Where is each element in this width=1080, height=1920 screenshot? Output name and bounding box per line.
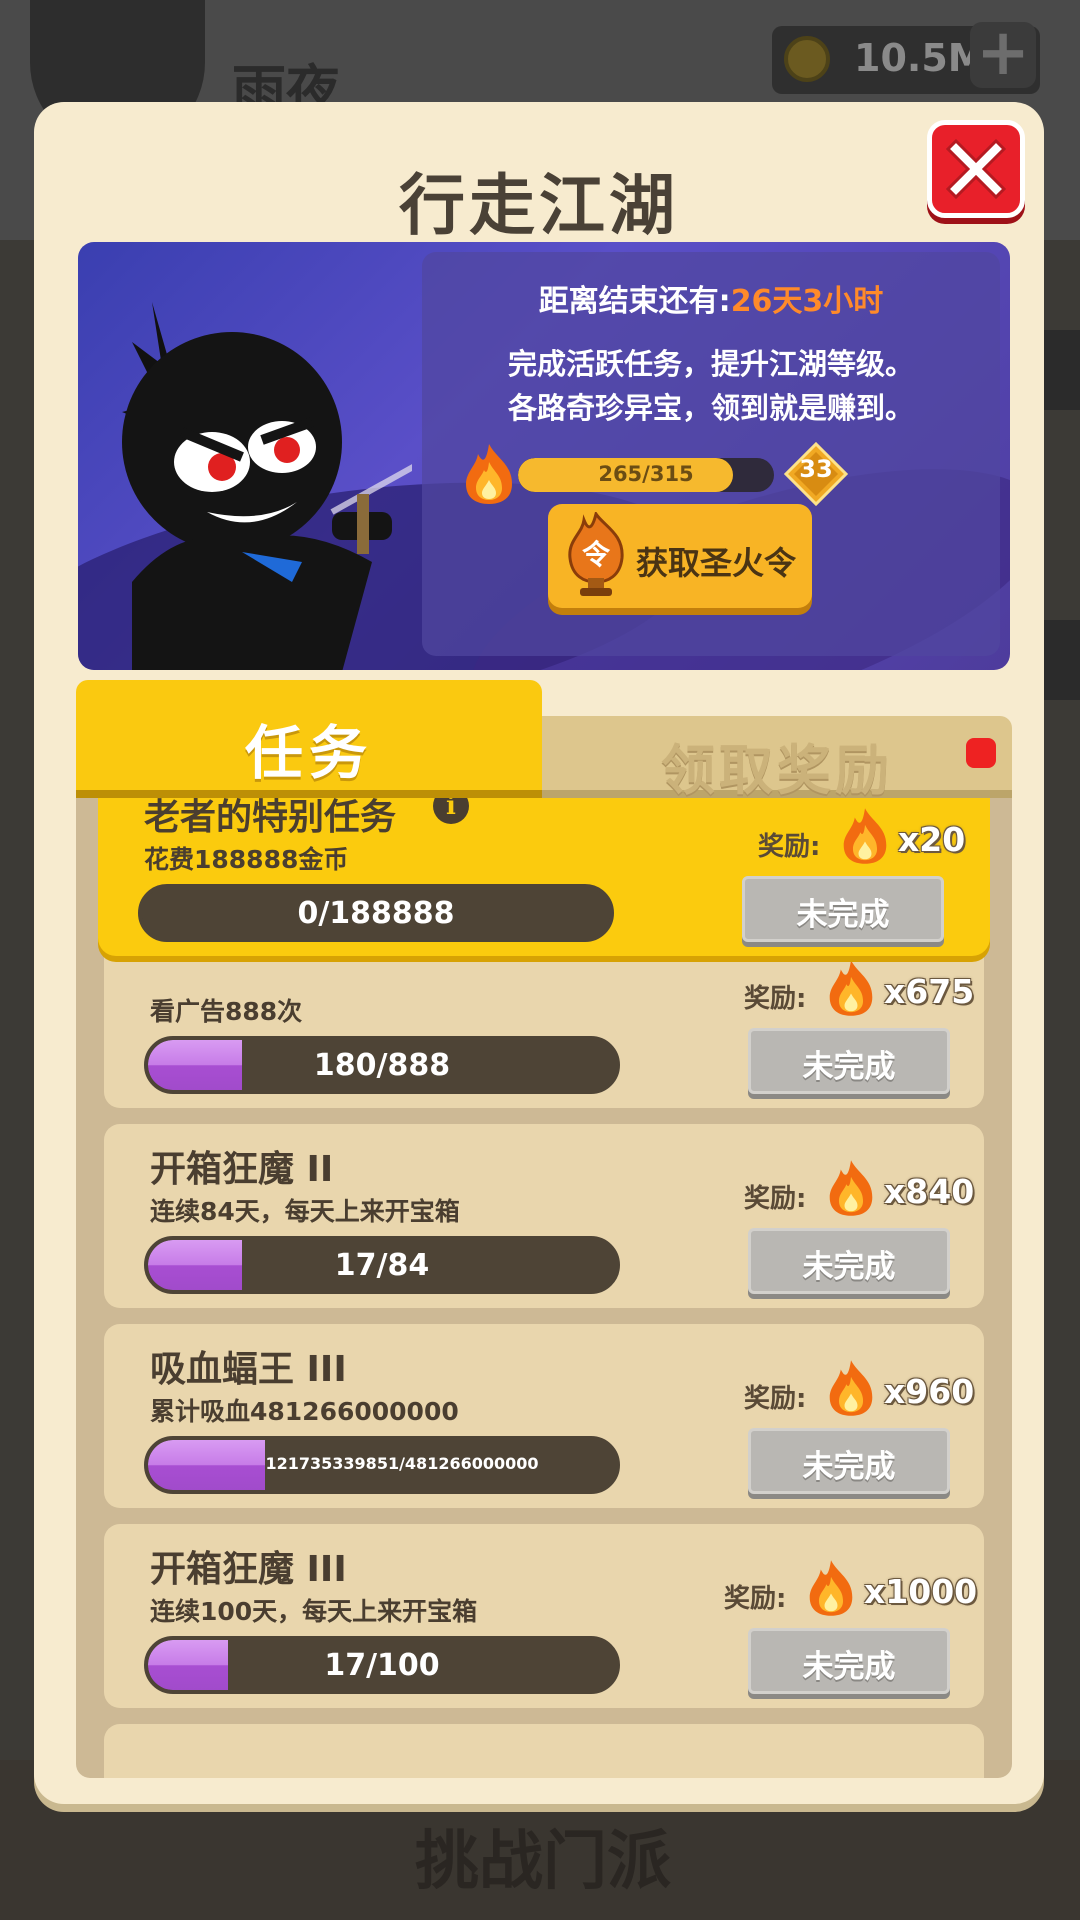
event-description: 完成活跃任务，提升江湖等级。 各路奇珍异宝，领到就是赚到。 — [422, 342, 1000, 430]
task-title: 老者的特别任务 — [144, 798, 397, 838]
task-status-button[interactable]: 未完成 — [748, 1228, 950, 1294]
reward-amount: x675 — [884, 972, 975, 1011]
fire-token-char: 令 — [582, 538, 611, 571]
flame-icon — [466, 444, 512, 504]
get-holy-fire-token-button[interactable]: 令 获取圣火令 — [548, 504, 812, 608]
task-card: 吸血蝠王 III 累计吸血481266000000 121735339851/4… — [104, 1324, 984, 1508]
tab-claim-rewards[interactable]: 领取奖励 — [542, 716, 1012, 802]
modal-title: 行走江湖 — [399, 167, 679, 244]
level-progress-bar: 265/315 — [518, 458, 774, 492]
level-number: 33 — [799, 455, 833, 483]
coin-amount: 10.5M — [854, 36, 986, 80]
task-progress-text: 17/84 — [334, 1248, 430, 1283]
flame-icon — [826, 1358, 876, 1422]
reward-label: 奖励: — [758, 832, 821, 862]
task-progress-text: 0/188888 — [297, 896, 455, 931]
side-item — [1044, 330, 1080, 410]
info-icon[interactable]: i — [433, 798, 469, 824]
reward-amount: x20 — [898, 820, 966, 859]
flame-icon — [826, 1158, 876, 1222]
task-status-label: 未完成 — [802, 1049, 896, 1085]
flame-icon — [840, 806, 890, 870]
tab-claim-rewards-label: 领取奖励 — [661, 739, 893, 802]
special-task-card: 老者的特别任务 i 花费188888金币 0/188888 奖励: x20 未完… — [98, 798, 990, 956]
task-status-label: 未完成 — [802, 1649, 896, 1685]
get-holy-fire-token-label: 获取圣火令 — [636, 544, 797, 582]
task-card: 开箱狂魔 III 连续100天，每天上来开宝箱 17/100 奖励: x1000… — [104, 1524, 984, 1708]
task-card-partial — [104, 1724, 984, 1778]
task-progress-bar: 17/100 — [144, 1636, 620, 1694]
task-title: 吸血蝠王 III — [150, 1349, 347, 1390]
countdown-prefix: 距离结束还有: — [538, 284, 731, 319]
countdown-text: 距离结束还有:26天3小时 — [422, 276, 1000, 320]
tab-tasks[interactable]: 任务 — [76, 680, 542, 798]
task-title: 开箱狂魔 III — [150, 1549, 347, 1590]
task-status-button[interactable]: 未完成 — [748, 1028, 950, 1094]
task-progress-bar: 180/888 — [144, 1036, 620, 1094]
description-line-1: 完成活跃任务，提升江湖等级。 — [507, 347, 914, 381]
task-progress-text: 121735339851/481266000000 — [265, 1454, 539, 1473]
task-progress-text: 180/888 — [313, 1048, 451, 1083]
task-progress-bar: 121735339851/481266000000 — [144, 1436, 620, 1494]
event-banner: 距离结束还有:26天3小时 完成活跃任务，提升江湖等级。 各路奇珍异宝，领到就是… — [78, 242, 1010, 670]
task-status-label: 未完成 — [796, 897, 890, 933]
journey-modal: 行走江湖 距离结束还有:26天3小时 完成活跃任务，提升江湖等级。 各路奇珍异宝… — [34, 102, 1044, 1804]
notification-dot — [966, 738, 996, 768]
close-button[interactable] — [927, 120, 1025, 218]
level-progress-text: 265/315 — [598, 462, 694, 486]
countdown-value: 26天3小时 — [730, 284, 884, 319]
task-status-label: 未完成 — [802, 1449, 896, 1485]
challenge-sect-label: 挑战门派 — [415, 1825, 671, 1899]
task-progress-bar: 17/84 — [144, 1236, 620, 1294]
fire-token-icon: 令 — [568, 512, 624, 596]
reward-label: 奖励: — [744, 984, 807, 1014]
task-title: 开箱狂魔 II — [150, 1149, 334, 1190]
task-list[interactable]: 老者的特别任务 i 花费188888金币 0/188888 奖励: x20 未完… — [76, 798, 1012, 1778]
task-description: 花费188888金币 — [144, 845, 349, 874]
coin-icon — [784, 36, 830, 82]
task-card: 开箱狂魔 II 连续84天，每天上来开宝箱 17/84 奖励: x840 未完成 — [104, 1124, 984, 1308]
task-status-label: 未完成 — [802, 1249, 896, 1285]
reward-amount: x960 — [884, 1372, 975, 1411]
description-line-2: 各路奇珍异宝，领到就是赚到。 — [507, 391, 914, 425]
flame-icon — [826, 958, 876, 1022]
flame-icon — [806, 1558, 856, 1622]
ninja-character-image — [122, 302, 412, 670]
task-status-button[interactable]: 未完成 — [748, 1628, 950, 1694]
task-status-button[interactable]: 未完成 — [748, 1428, 950, 1494]
side-item — [1044, 620, 1080, 700]
task-description: 连续100天，每天上来开宝箱 — [150, 1597, 478, 1626]
task-status-button[interactable]: 未完成 — [742, 876, 944, 942]
task-progress-text: 17/100 — [324, 1648, 440, 1683]
close-icon — [945, 138, 1007, 200]
reward-label: 奖励: — [744, 1384, 807, 1414]
tab-tasks-label: 任务 — [244, 719, 373, 787]
reward-amount: x1000 — [864, 1572, 978, 1611]
reward-amount: x840 — [884, 1172, 975, 1211]
reward-label: 奖励: — [724, 1584, 787, 1614]
task-description: 累计吸血481266000000 — [150, 1397, 459, 1426]
reward-label: 奖励: — [744, 1184, 807, 1214]
task-description: 看广告888次 — [150, 997, 303, 1026]
add-coins-button[interactable]: + — [970, 21, 1036, 88]
banner-info-panel: 距离结束还有:26天3小时 完成活跃任务，提升江湖等级。 各路奇珍异宝，领到就是… — [422, 252, 1000, 656]
task-progress-bar: 0/188888 — [138, 884, 614, 942]
task-description: 连续84天，每天上来开宝箱 — [150, 1197, 460, 1226]
